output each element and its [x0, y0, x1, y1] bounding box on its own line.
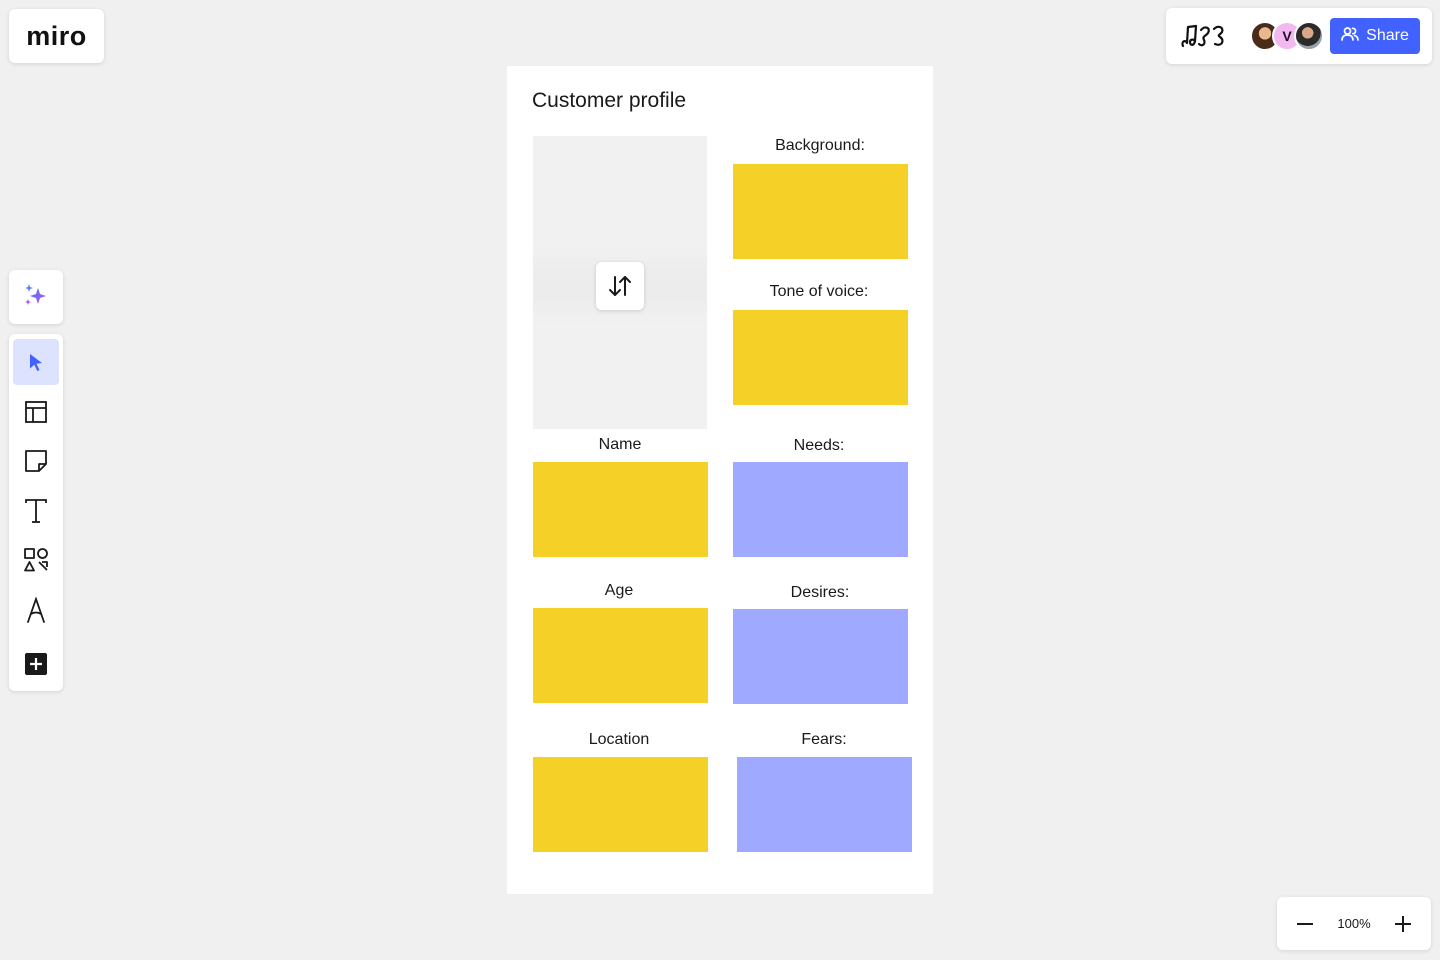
share-button[interactable]: Share — [1330, 18, 1420, 54]
logo-text: miro — [26, 20, 87, 51]
shapes-tool[interactable] — [13, 537, 59, 583]
sticky-note-age[interactable] — [533, 608, 708, 703]
miro-logo[interactable]: miro — [9, 9, 104, 63]
sticky-note-tone-of-voice[interactable] — [733, 310, 908, 405]
sticky-note-desires[interactable] — [733, 609, 908, 704]
avatar[interactable] — [1294, 21, 1324, 51]
profile-image-placeholder[interactable] — [533, 136, 707, 429]
board-logo-icon[interactable] — [1180, 20, 1234, 52]
minus-icon — [1297, 922, 1313, 925]
plus-icon — [1395, 915, 1411, 932]
select-tool[interactable] — [13, 339, 59, 385]
sticky-note-name[interactable] — [533, 462, 708, 557]
background-label: Background: — [775, 137, 865, 154]
users-icon — [1341, 26, 1359, 47]
fears-label: Fears: — [801, 731, 847, 748]
name-label: Name — [598, 436, 642, 453]
text-icon — [25, 498, 47, 523]
board-header: V Share — [1166, 8, 1432, 64]
ai-assist-button[interactable] — [9, 270, 63, 324]
collaborator-avatars: V — [1250, 21, 1324, 51]
tone-of-voice-label: Tone of voice: — [769, 283, 869, 300]
zoom-in-button[interactable] — [1391, 912, 1415, 936]
shapes-icon — [24, 548, 48, 572]
sticky-note-background[interactable] — [733, 164, 908, 259]
sticky-note-tool[interactable] — [13, 438, 59, 484]
frame-title: Customer profile — [532, 89, 687, 112]
replace-image-button[interactable] — [596, 262, 644, 310]
age-label: Age — [604, 582, 634, 599]
desires-label: Desires: — [790, 584, 850, 601]
share-label: Share — [1366, 27, 1409, 44]
ai-sparkle-icon — [23, 282, 49, 313]
pen-tool[interactable] — [13, 587, 59, 633]
sticky-note-fears[interactable] — [737, 757, 912, 852]
templates-tool[interactable] — [13, 389, 59, 435]
templates-icon — [25, 400, 47, 423]
needs-label: Needs: — [793, 437, 845, 454]
swap-arrows-icon — [609, 276, 631, 296]
cursor-icon — [30, 354, 42, 371]
sticky-note-location[interactable] — [533, 757, 708, 852]
location-label: Location — [588, 731, 650, 748]
left-toolbar — [9, 334, 63, 691]
zoom-controls: 100% — [1277, 897, 1431, 950]
more-apps-tool[interactable] — [13, 641, 59, 687]
sticky-note-needs[interactable] — [733, 462, 908, 557]
zoom-out-button[interactable] — [1293, 912, 1317, 936]
zoom-level[interactable]: 100% — [1337, 916, 1370, 931]
customer-profile-frame[interactable]: Customer profile Background: Tone of voi… — [507, 66, 933, 894]
text-tool[interactable] — [13, 488, 59, 534]
pen-icon — [27, 596, 45, 623]
sticky-note-icon — [25, 450, 47, 473]
plus-square-icon — [25, 652, 47, 675]
